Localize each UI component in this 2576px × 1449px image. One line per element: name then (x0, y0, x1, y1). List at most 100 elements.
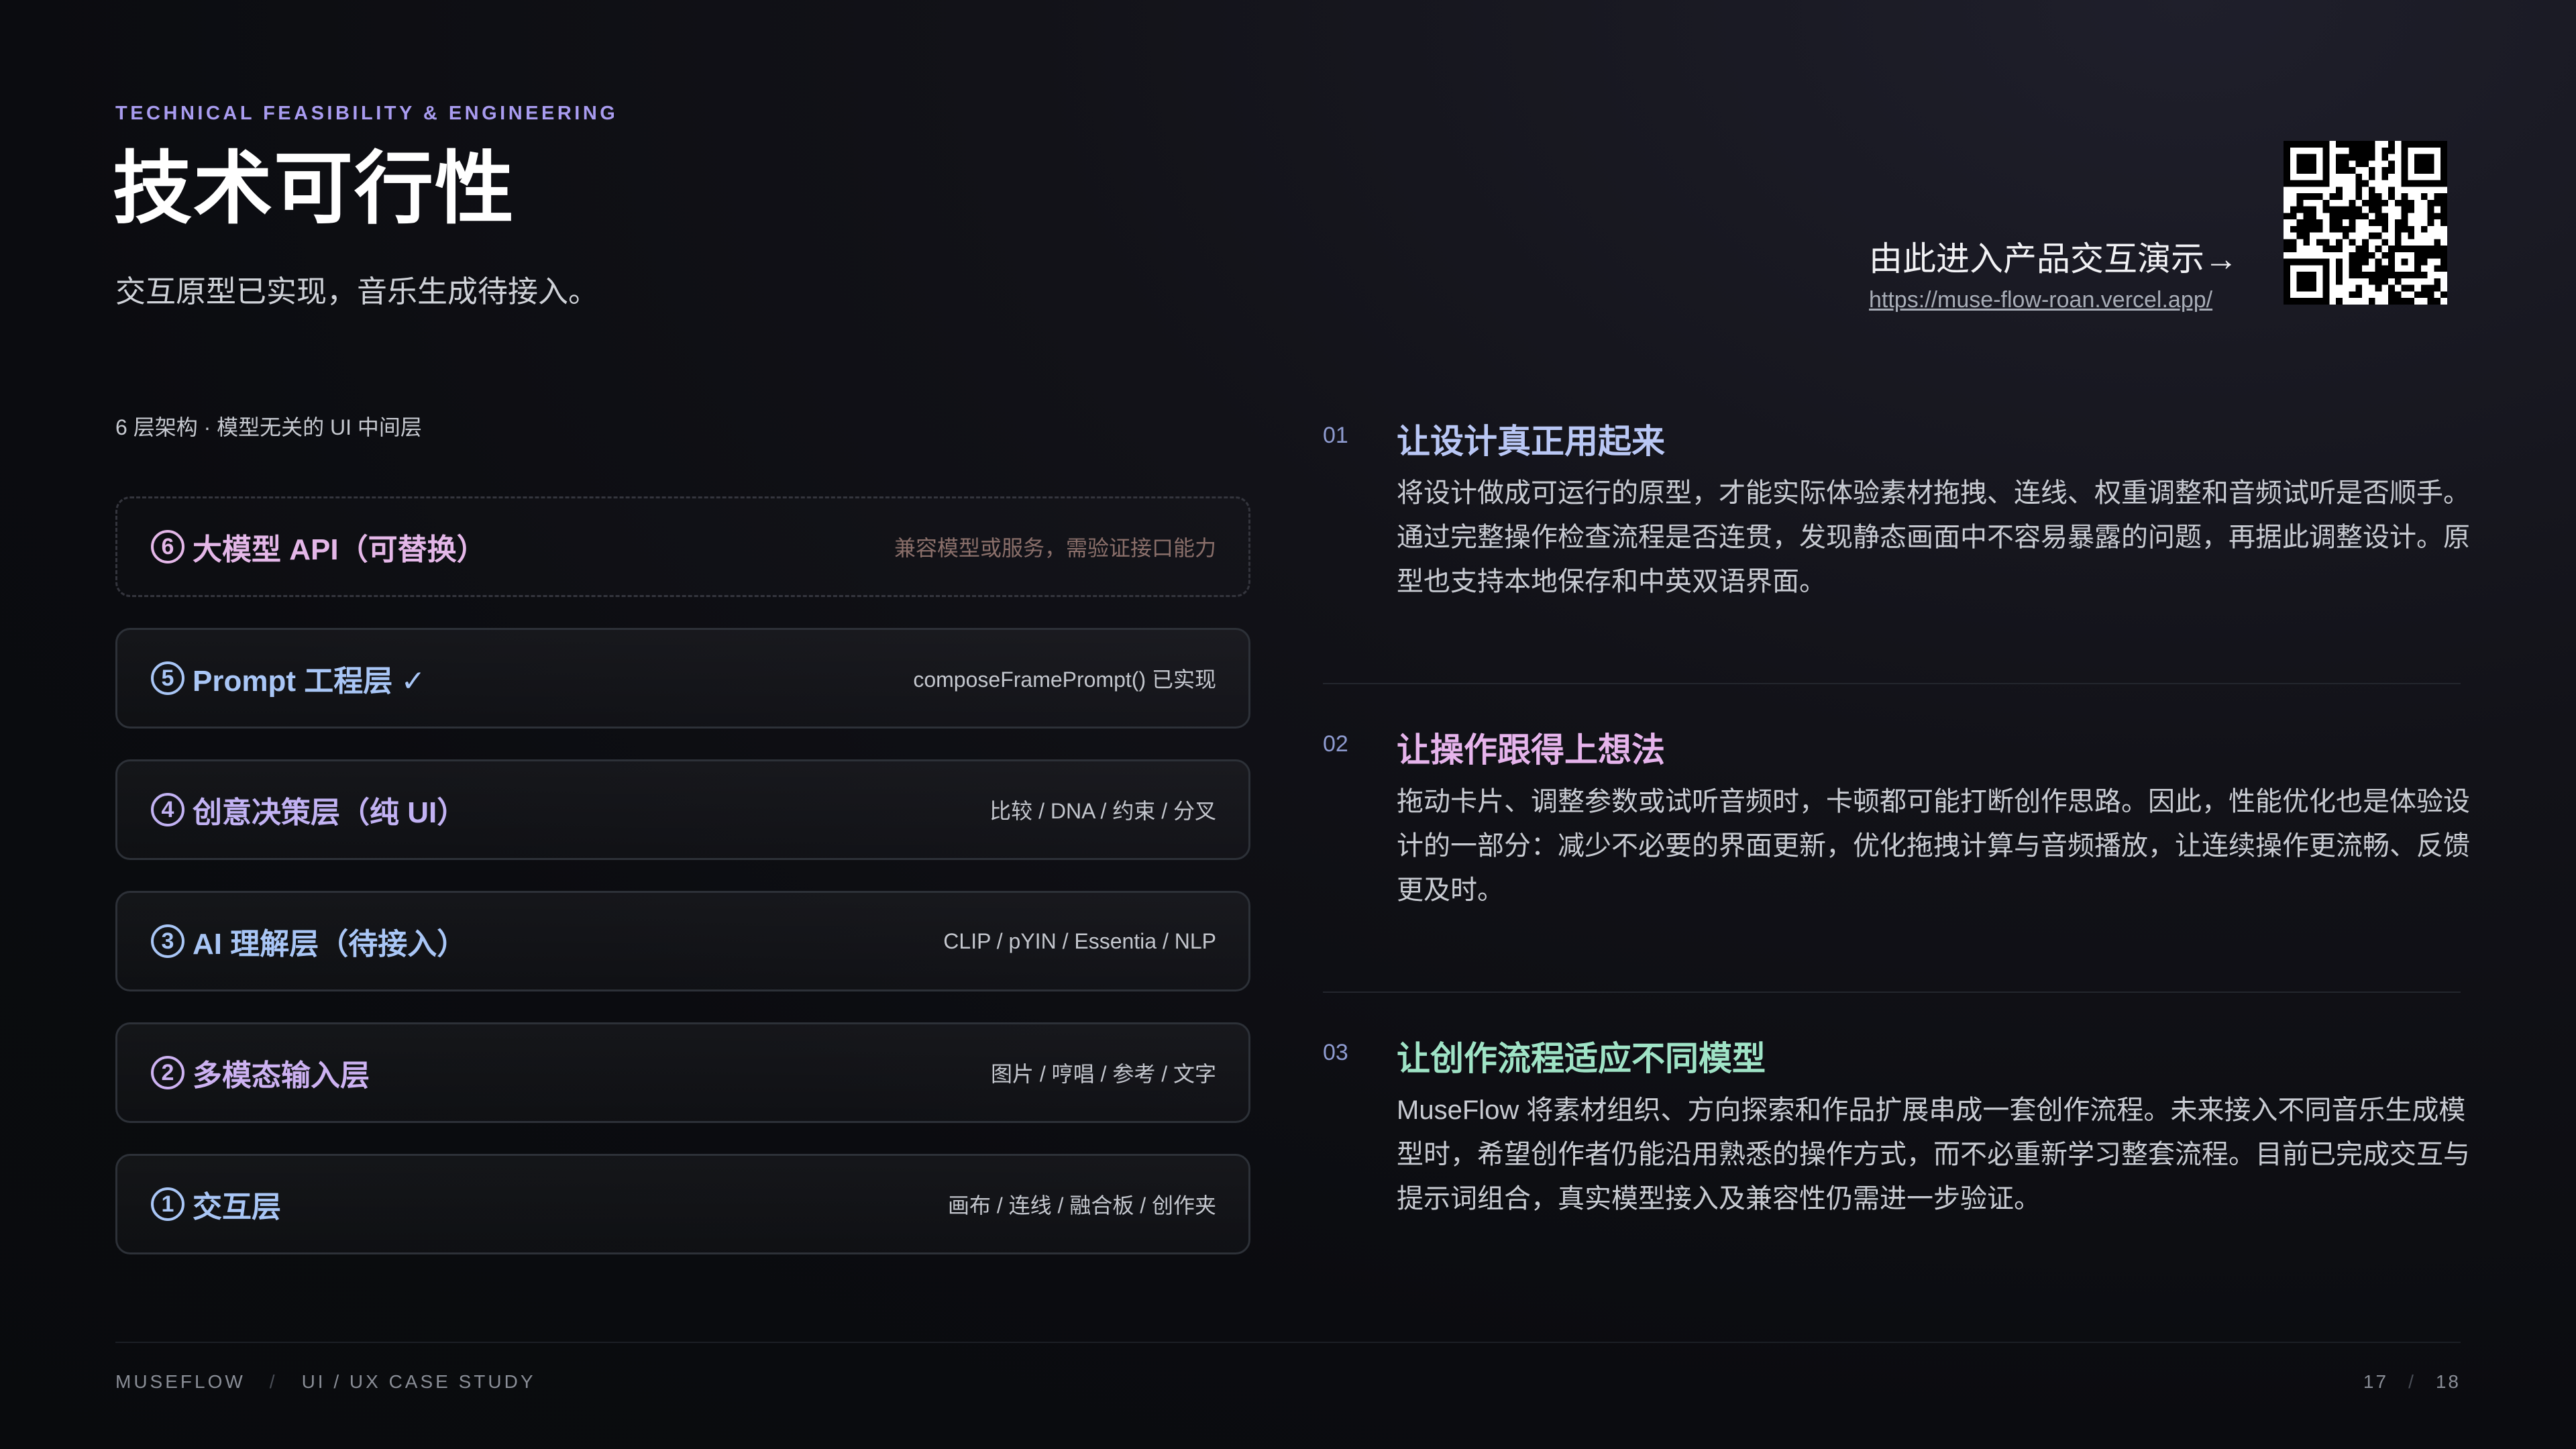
qr-module (2401, 298, 2408, 305)
qr-module (2381, 278, 2389, 285)
layer-number-badge: 3 (151, 924, 184, 958)
qr-module (2303, 160, 2310, 168)
qr-module (2284, 298, 2290, 305)
qr-module (2388, 147, 2395, 154)
qr-module (2408, 232, 2415, 239)
qr-module (2381, 239, 2389, 246)
qr-module (2303, 180, 2310, 187)
qr-module (2336, 239, 2343, 246)
qr-module (2342, 154, 2349, 161)
demo-link-block[interactable]: 由此进入产品交互演示→ https://muse-flow-roan.verce… (1869, 232, 2238, 313)
qr-module (2329, 206, 2337, 213)
qr-module (2427, 160, 2434, 168)
qr-module (2342, 206, 2349, 213)
layer-name: 多模态输入层 (193, 1059, 370, 1092)
qr-module (2316, 193, 2323, 200)
qr-module (2322, 141, 2330, 148)
qr-module (2310, 213, 2316, 220)
qr-module (2355, 272, 2363, 278)
qr-module (2290, 180, 2297, 187)
qr-module (2420, 291, 2428, 299)
qr-module (2290, 213, 2297, 220)
qr-module (2420, 252, 2428, 259)
qr-module (2420, 246, 2428, 252)
qr-module (2336, 186, 2343, 194)
qr-module (2394, 225, 2402, 233)
qr-module (2296, 258, 2304, 266)
qr-module (2290, 246, 2297, 252)
qr-module (2401, 225, 2408, 233)
qr-module (2349, 147, 2356, 154)
qr-module (2388, 258, 2395, 266)
qr-module (2388, 186, 2395, 194)
qr-module (2355, 147, 2363, 154)
qr-module (2427, 167, 2434, 174)
qr-module (2349, 167, 2356, 174)
point-number: 02 (1323, 731, 1348, 757)
qr-module (2381, 252, 2389, 259)
qr-module (2408, 298, 2415, 305)
qr-module (2408, 141, 2415, 148)
qr-module (2329, 193, 2337, 200)
qr-module (2284, 265, 2290, 272)
qr-module (2303, 206, 2310, 213)
qr-module (2336, 160, 2343, 168)
qr-module (2303, 298, 2310, 305)
qr-module (2355, 173, 2363, 180)
layer-card-1: 1 交互层 画布 / 连线 / 融合板 / 创作夹 (115, 1154, 1250, 1254)
qr-module (2322, 173, 2330, 180)
layer-card-6: 6 大模型 API（可替换） 兼容模型或服务，需验证接口能力 (115, 496, 1250, 597)
qr-module (2394, 199, 2402, 207)
qr-code-icon[interactable] (2284, 141, 2447, 305)
qr-module (2355, 291, 2363, 299)
qr-module (2303, 219, 2310, 226)
qr-module (2427, 141, 2434, 148)
qr-module (2394, 278, 2402, 285)
qr-module (2368, 252, 2375, 259)
qr-module (2434, 239, 2441, 246)
qr-module (2303, 141, 2310, 148)
qr-module (2349, 272, 2356, 278)
eyebrow-label: TECHNICAL FEASIBILITY & ENGINEERING (115, 103, 619, 124)
qr-module (2322, 147, 2330, 154)
qr-module (2336, 272, 2343, 278)
demo-url-link[interactable]: https://muse-flow-roan.vercel.app/ (1869, 287, 2238, 313)
qr-module (2401, 272, 2408, 278)
qr-module (2362, 272, 2369, 278)
qr-module (2329, 219, 2337, 226)
qr-module (2342, 167, 2349, 174)
qr-module (2388, 272, 2395, 278)
qr-module (2434, 298, 2441, 305)
qr-module (2401, 173, 2408, 180)
qr-module (2316, 180, 2323, 187)
qr-module (2296, 225, 2304, 233)
qr-module (2388, 193, 2395, 200)
qr-module (2381, 147, 2389, 154)
qr-module (2368, 141, 2375, 148)
qr-module (2349, 154, 2356, 161)
qr-module (2336, 298, 2343, 305)
qr-module (2362, 147, 2369, 154)
qr-module (2440, 206, 2447, 213)
qr-module (2349, 213, 2356, 220)
qr-module (2375, 246, 2382, 252)
qr-module (2284, 239, 2290, 246)
qr-module (2355, 180, 2363, 187)
qr-module (2284, 246, 2290, 252)
qr-module (2303, 213, 2310, 220)
qr-module (2427, 206, 2434, 213)
qr-module (2303, 278, 2310, 285)
point-title: 让设计真正用起来 (1397, 423, 1665, 460)
qr-module (2408, 272, 2415, 278)
qr-module (2355, 265, 2363, 272)
qr-module (2381, 167, 2389, 174)
qr-module (2349, 225, 2356, 233)
qr-module (2362, 154, 2369, 161)
qr-module (2420, 225, 2428, 233)
qr-module (2362, 258, 2369, 266)
qr-module (2310, 167, 2316, 174)
qr-module (2316, 141, 2323, 148)
demo-label[interactable]: 由此进入产品交互演示→ (1869, 232, 2238, 280)
footer-case-label: UI / UX CASE STUDY (301, 1371, 536, 1392)
point-body: 将设计做成可运行的原型，才能实际体验素材拖拽、连线、权重调整和音频试听是否顺手。… (1397, 478, 2470, 596)
